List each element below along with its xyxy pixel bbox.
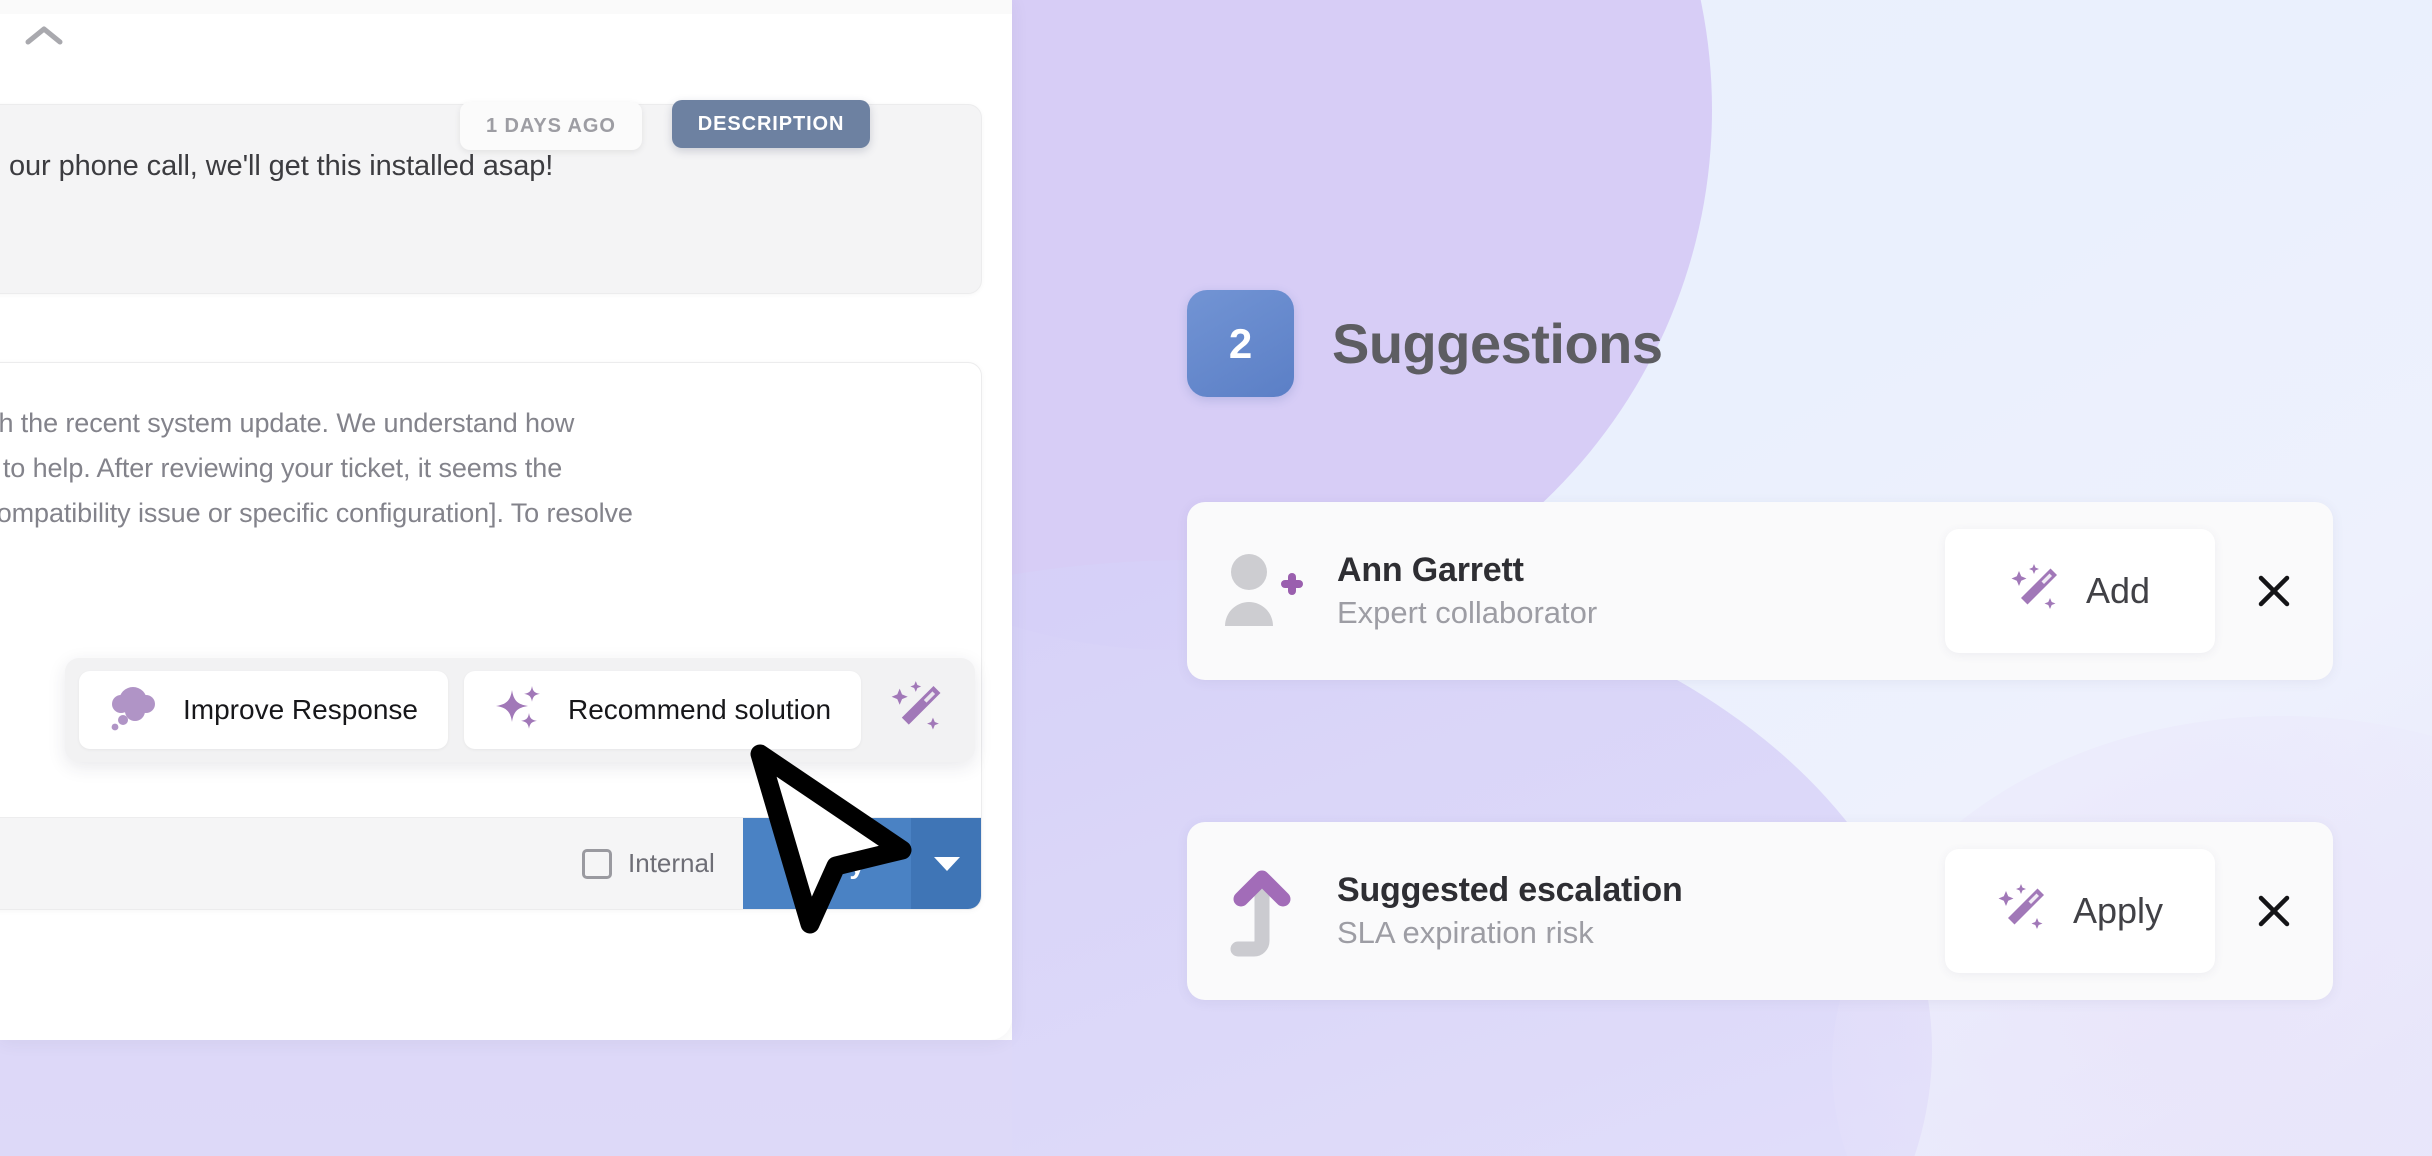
tab-description[interactable]: DESCRIPTION	[671, 100, 871, 148]
reply-editor-footer: Internal Reply	[0, 817, 981, 909]
message-text: our phone call, we'll get this installed…	[9, 150, 554, 182]
recommend-solution-label: Recommend solution	[568, 694, 832, 725]
suggestions-title: Suggestions	[1332, 312, 1663, 375]
reply-split-button: Reply	[742, 817, 981, 909]
reply-dropdown-button[interactable]	[911, 817, 981, 909]
ticket-conversation-panel: our phone call, we'll get this installed…	[0, 0, 1012, 1040]
add-collaborator-button[interactable]: Add	[1945, 529, 2215, 653]
suggestion-card-collaborator[interactable]: Ann Garrett Expert collaborator Add	[1187, 502, 2333, 680]
reply-body-line: u encountered with the recent system upd…	[0, 408, 575, 438]
suggestion-name: Suggested escalation	[1337, 870, 1683, 909]
ai-magic-wand-button[interactable]	[877, 671, 961, 749]
panel-top-strip	[0, 0, 1012, 14]
suggestion-name: Ann Garrett	[1337, 550, 1524, 589]
suggestion-subtitle: SLA expiration risk	[1337, 915, 1594, 951]
magic-wand-icon	[890, 679, 948, 742]
suggestions-header: 2 Suggestions	[1187, 290, 1663, 397]
apply-escalation-button[interactable]: Apply	[1945, 849, 2215, 973]
reply-button[interactable]: Reply	[742, 817, 911, 909]
collapse-button[interactable]	[18, 18, 70, 58]
chevron-down-icon	[934, 856, 960, 871]
screen-root: 2 Suggestions Ann Garrett Expert collabo…	[0, 0, 2432, 1156]
suggestions-panel: 2 Suggestions Ann Garrett Expert collabo…	[1012, 0, 2432, 1156]
apply-escalation-label: Apply	[2072, 890, 2164, 931]
dismiss-suggestion-button[interactable]	[2215, 569, 2333, 613]
suggestions-count-badge: 2	[1187, 290, 1294, 397]
internal-checkbox[interactable]	[582, 848, 613, 879]
message-meta-tabs: 1 DAYS AGO DESCRIPTION	[460, 100, 871, 150]
internal-label: Internal	[628, 848, 715, 878]
chevron-up-icon	[24, 24, 64, 53]
suggestion-subtitle: Expert collaborator	[1337, 595, 1598, 631]
magic-wand-icon	[1997, 882, 2051, 941]
recommend-solution-button[interactable]: Recommend solution	[464, 671, 862, 749]
add-collaborator-label: Add	[2085, 570, 2151, 611]
reply-body-line: al cause, e.g., a compatibility issue or…	[0, 498, 633, 528]
improve-response-button[interactable]: Improve Response	[79, 671, 449, 749]
page-background-bottom	[0, 1040, 1012, 1156]
sparkles-icon	[494, 682, 546, 739]
reply-editor-body[interactable]: u encountered with the recent system upd…	[0, 401, 947, 536]
reply-body-line: ly, and we're here to help. After review…	[0, 453, 563, 483]
escalation-arrow-icon	[1187, 865, 1337, 957]
tab-time-ago[interactable]: 1 DAYS AGO	[460, 102, 642, 150]
suggestion-text-group: Ann Garrett Expert collaborator	[1337, 549, 1945, 634]
dismiss-suggestion-button[interactable]	[2215, 889, 2333, 933]
suggestion-text-group: Suggested escalation SLA expiration risk	[1337, 869, 1945, 954]
suggestion-card-escalation[interactable]: Suggested escalation SLA expiration risk	[1187, 822, 2333, 1000]
internal-checkbox-group[interactable]: Internal	[582, 848, 715, 879]
reply-editor-card: u encountered with the recent system upd…	[0, 362, 982, 910]
person-add-icon	[1187, 552, 1337, 630]
thought-bubble-icon	[109, 682, 161, 739]
magic-wand-icon	[2010, 562, 2064, 621]
ai-actions-toolbar: Improve Response Recommend solution	[65, 658, 976, 762]
improve-response-label: Improve Response	[183, 694, 419, 725]
